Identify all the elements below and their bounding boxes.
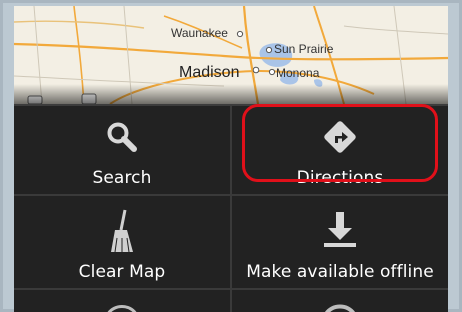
menu-item-more-left[interactable] bbox=[14, 290, 230, 312]
menu-item-directions[interactable]: Directions bbox=[232, 106, 448, 194]
menu-item-search[interactable]: Search bbox=[14, 106, 230, 194]
map-label-sun-prairie: Sun Prairie bbox=[274, 42, 334, 56]
map-label-madison: Madison bbox=[179, 64, 239, 81]
map-label-waunakee: Waunakee bbox=[171, 26, 228, 40]
broom-icon bbox=[111, 209, 133, 253]
menu-item-clear-map[interactable]: Clear Map bbox=[14, 196, 230, 288]
more-icon bbox=[325, 304, 355, 312]
map-shade bbox=[14, 84, 448, 104]
menu-item-make-available-offline[interactable]: Make available offline bbox=[232, 196, 448, 288]
phone-screen: Waunakee Sun Prairie Madison Monona Sear… bbox=[14, 6, 448, 312]
map-label-monona: Monona bbox=[276, 66, 320, 80]
menu-item-more-right[interactable] bbox=[232, 290, 448, 312]
download-icon bbox=[324, 212, 356, 247]
menu-item-label: Clear Map bbox=[78, 262, 166, 282]
map-view[interactable]: Waunakee Sun Prairie Madison Monona bbox=[14, 6, 448, 105]
menu-item-label: Directions bbox=[296, 168, 384, 188]
search-icon bbox=[107, 122, 137, 152]
menu-item-label: Search bbox=[92, 168, 152, 188]
layers-icon bbox=[107, 305, 137, 312]
directions-icon bbox=[324, 121, 356, 153]
menu-item-label: Make available offline bbox=[246, 262, 434, 282]
options-menu: Search Directions Clear Map Make availab… bbox=[14, 104, 448, 312]
